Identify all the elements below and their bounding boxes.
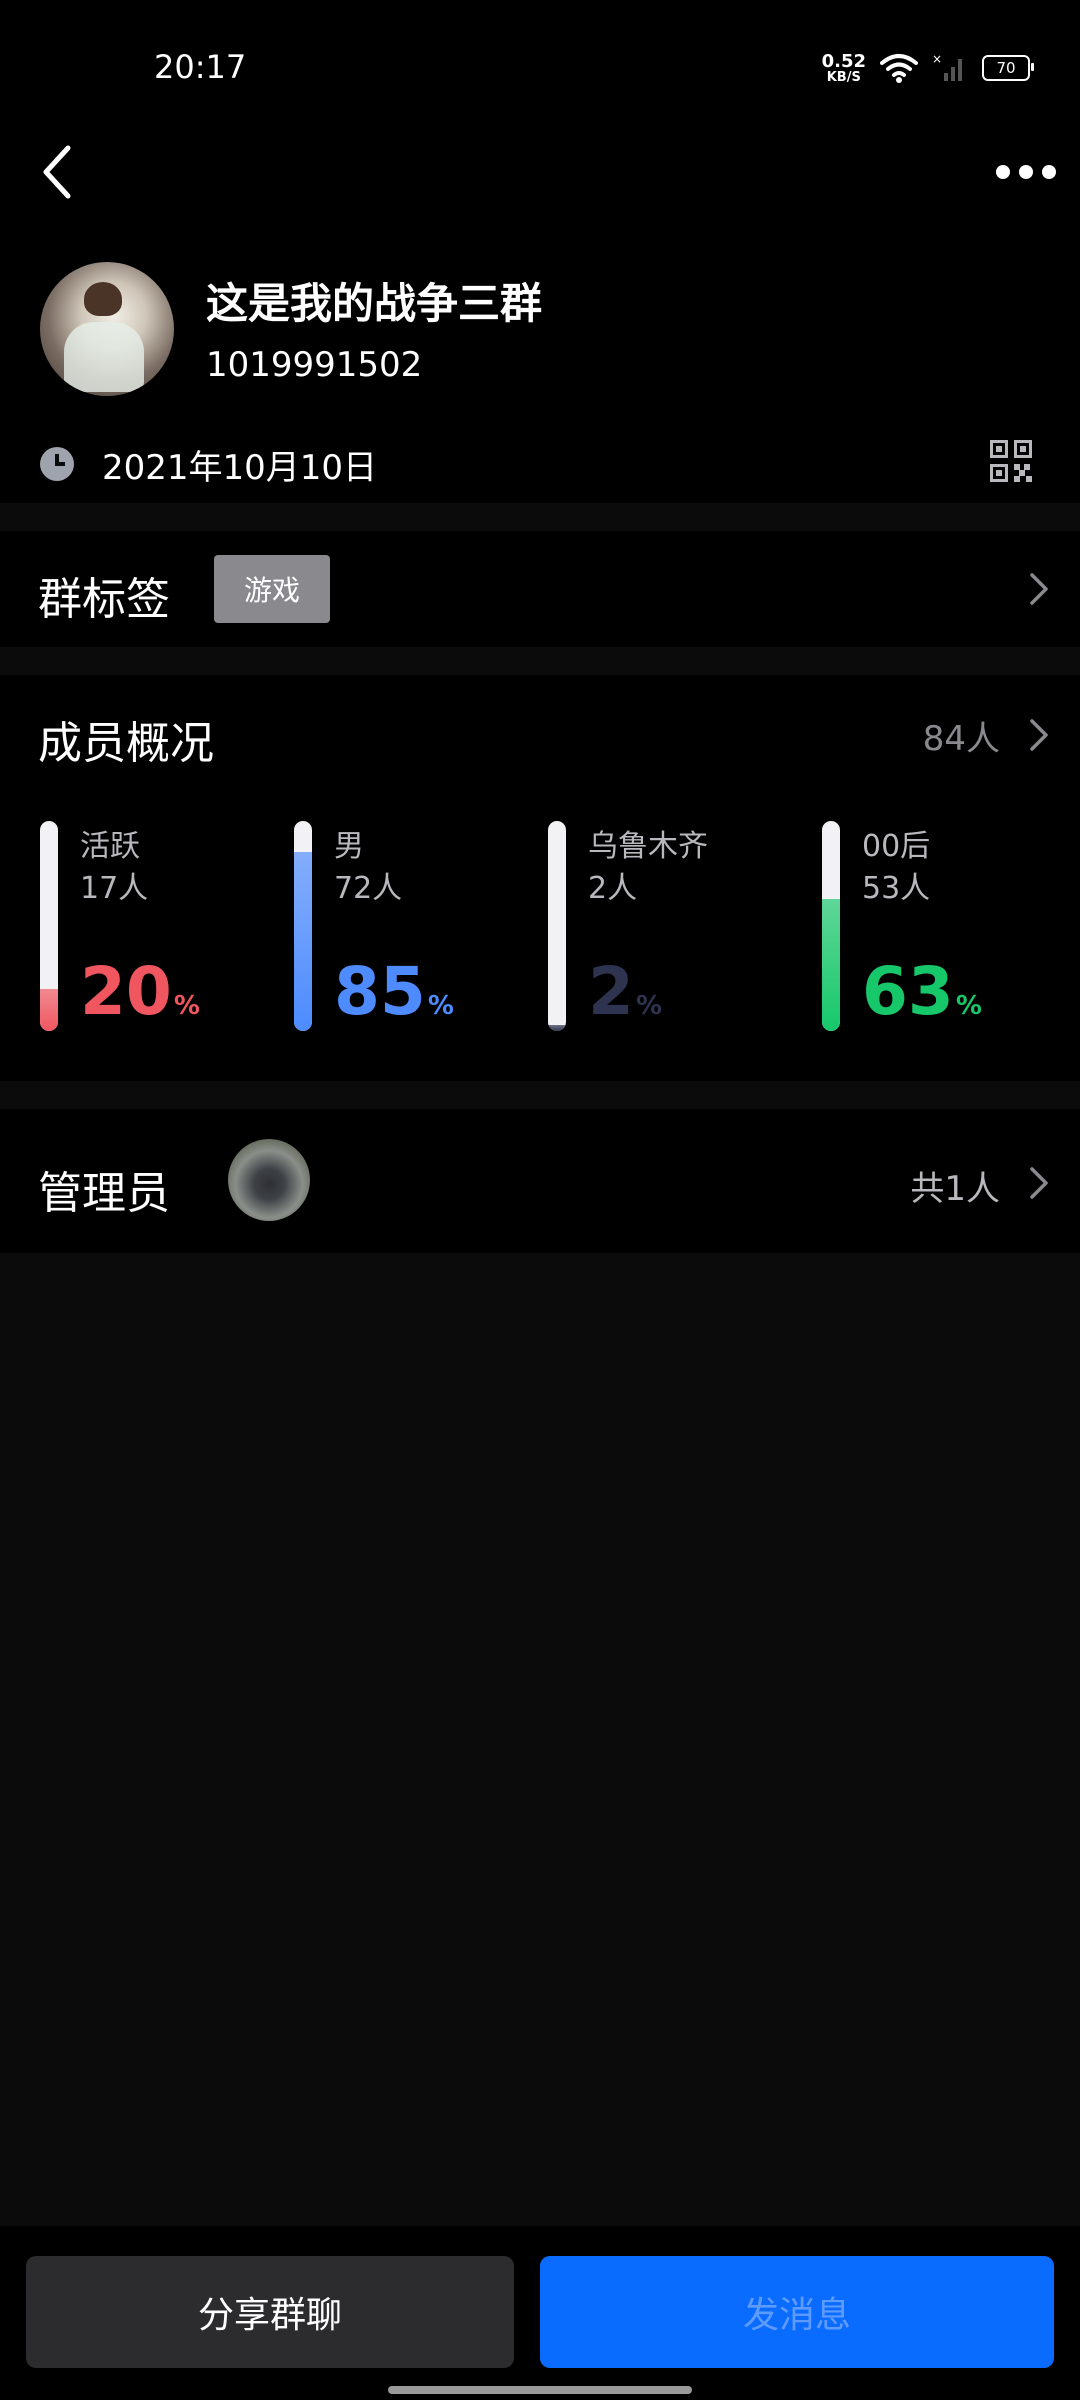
svg-text:×: × — [932, 53, 942, 66]
avatar-figure-hair — [84, 282, 122, 316]
stat-male: 男 72人 85% — [294, 821, 534, 1031]
signal-icon: × — [932, 53, 962, 81]
more-dot — [1019, 165, 1033, 179]
network-speed: 0.52 KB/S — [821, 50, 866, 85]
admin-avatar[interactable] — [228, 1139, 310, 1221]
stat-bar — [294, 821, 312, 1031]
chevron-right-icon — [1030, 573, 1048, 605]
stat-active: 活跃 17人 20% — [40, 821, 280, 1031]
more-options-button[interactable] — [996, 150, 1056, 194]
stat-percent-sign: % — [173, 991, 200, 1021]
bottom-action-bar: 分享群聊 发消息 — [0, 2226, 1080, 2400]
avatar-figure-body — [64, 322, 144, 392]
stat-label: 00后 — [862, 829, 931, 864]
stat-bar-fill — [294, 852, 312, 1031]
members-overview-title: 成员概况 — [38, 718, 214, 769]
stat-percent-value: 85 — [334, 953, 426, 1030]
wifi-icon — [880, 54, 918, 83]
group-id: 1019991502 — [206, 345, 423, 385]
group-tag-chip: 游戏 — [214, 555, 330, 623]
created-date-row: 2021年10月10日 — [40, 440, 377, 488]
clock-icon — [40, 447, 74, 481]
group-tags-row[interactable]: 群标签 游戏 — [0, 531, 1080, 647]
more-dot — [996, 165, 1010, 179]
group-avatar[interactable] — [40, 262, 174, 396]
chevron-right-icon — [1030, 719, 1048, 751]
stat-label: 活跃 — [80, 829, 140, 864]
stat-label: 男 — [334, 829, 364, 864]
admins-title: 管理员 — [38, 1168, 170, 1219]
stat-bar-fill — [548, 1025, 566, 1031]
stat-label: 乌鲁木齐 — [588, 829, 708, 864]
admins-row[interactable]: 管理员 共1人 — [0, 1109, 1080, 1253]
send-message-button[interactable]: 发消息 — [540, 2256, 1054, 2368]
stat-percent: 63% — [862, 959, 982, 1025]
stat-percent: 2% — [588, 959, 662, 1025]
stat-region: 乌鲁木齐 2人 2% — [548, 821, 788, 1031]
stat-percent-value: 2 — [588, 953, 634, 1030]
stat-count: 2人 — [588, 871, 638, 906]
stat-percent-value: 20 — [80, 953, 172, 1030]
status-icons: 0.52 KB/S × 70 — [821, 50, 1034, 86]
status-bar: 20:17 0.52 KB/S × 70 — [0, 0, 1080, 130]
home-indicator[interactable] — [388, 2386, 692, 2394]
members-overview-card[interactable]: 成员概况 84人 活跃 17人 20% 男 72人 85% 乌鲁木齐 2人 2%… — [0, 675, 1080, 1081]
stat-bar-fill — [822, 899, 840, 1031]
stat-bar — [822, 821, 840, 1031]
status-time: 20:17 — [154, 48, 247, 86]
stat-bar-fill — [40, 989, 58, 1031]
stat-count: 72人 — [334, 871, 403, 906]
chevron-right-icon — [1030, 1167, 1048, 1199]
stat-bar — [548, 821, 566, 1031]
admins-count: 共1人 — [910, 1169, 1000, 1209]
qr-code-button[interactable] — [990, 440, 1032, 482]
more-dot — [1042, 165, 1056, 179]
back-button[interactable] — [36, 140, 80, 204]
stat-percent: 20% — [80, 959, 200, 1025]
stat-percent: 85% — [334, 959, 454, 1025]
stat-percent-value: 63 — [862, 953, 954, 1030]
stat-percent-sign: % — [955, 991, 982, 1021]
members-count: 84人 — [922, 719, 1000, 759]
stat-percent-sign: % — [427, 991, 454, 1021]
group-tags-title: 群标签 — [38, 574, 170, 625]
stat-count: 17人 — [80, 871, 149, 906]
network-speed-value: 0.52 — [821, 50, 866, 72]
battery-icon: 70 — [982, 55, 1034, 81]
stat-bar — [40, 821, 58, 1031]
stat-count: 53人 — [862, 871, 931, 906]
created-date: 2021年10月10日 — [102, 447, 378, 488]
stat-percent-sign: % — [635, 991, 662, 1021]
stat-age: 00后 53人 63% — [822, 821, 1062, 1031]
group-name: 这是我的战争三群 — [206, 279, 543, 328]
network-speed-unit: KB/S — [826, 69, 861, 85]
share-group-button[interactable]: 分享群聊 — [26, 2256, 514, 2368]
